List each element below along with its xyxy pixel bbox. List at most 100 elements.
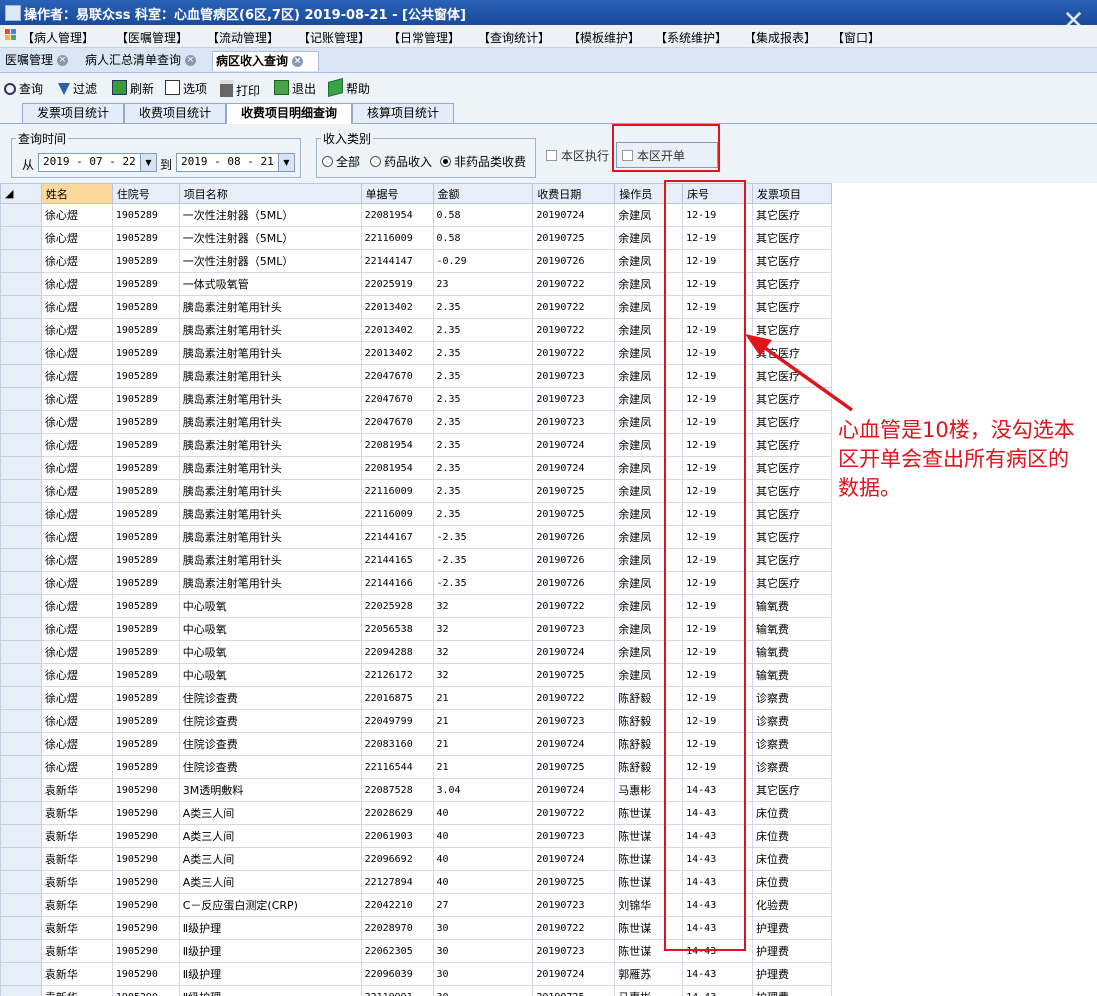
cell-amount[interactable]: -0.29 [432,249,534,273]
cell-item-name[interactable]: Ⅱ级护理 [178,962,362,986]
radio-all[interactable]: 全部 [322,153,360,170]
row-selector[interactable] [0,456,42,480]
cell-item-name[interactable]: 胰岛素注射笔用针头 [178,479,362,503]
cell-name[interactable]: 徐心熤 [40,479,113,503]
cell-invoice-item[interactable]: 其它医疗 [752,364,832,388]
cell-amount[interactable]: -2.35 [432,525,534,549]
cell-bed-no[interactable]: 14-43 [682,962,754,986]
cell-charge-date[interactable]: 20190722 [532,318,616,342]
cell-inpatient-no[interactable]: 1905289 [111,203,180,227]
menu-billing[interactable]: 【记账管理】 [298,29,370,46]
cell-invoice-item[interactable]: 其它医疗 [752,433,832,457]
cell-inpatient-no[interactable]: 1905290 [111,985,180,996]
cell-invoice-item[interactable]: 其它医疗 [752,456,832,480]
row-selector[interactable] [0,387,42,411]
cell-inpatient-no[interactable]: 1905289 [111,318,180,342]
cell-doc-no[interactable]: 22087528 [360,778,434,802]
exec-in-ward-checkbox[interactable]: 本区执行 [546,147,609,164]
cell-item-name[interactable]: 胰岛素注射笔用针头 [178,525,362,549]
cell-invoice-item[interactable]: 护理费 [752,962,832,986]
cell-name[interactable]: 徐心熤 [40,617,113,641]
cell-doc-no[interactable]: 22094288 [360,640,434,664]
row-selector[interactable] [0,755,42,779]
cell-doc-no[interactable]: 22144167 [360,525,434,549]
cell-invoice-item[interactable]: 其它医疗 [752,571,832,595]
cell-item-name[interactable]: Ⅱ级护理 [178,985,362,996]
cell-inpatient-no[interactable]: 1905289 [111,548,180,572]
cell-doc-no[interactable]: 22047670 [360,364,434,388]
cell-amount[interactable]: 2.35 [432,341,534,365]
refresh-button[interactable]: 刷新 [112,80,154,97]
row-selector[interactable] [0,709,42,733]
cell-charge-date[interactable]: 20190725 [532,755,616,779]
cell-name[interactable]: 袁新华 [40,916,113,940]
cell-charge-date[interactable]: 20190723 [532,410,616,434]
cell-item-name[interactable]: C－反应蛋白测定(CRP) [178,893,362,917]
row-selector[interactable] [0,617,42,641]
doc-tab-ward-income[interactable]: 病区收入查询 × [212,51,319,71]
cell-inpatient-no[interactable]: 1905289 [111,640,180,664]
column-header-doc-no[interactable]: 单据号 [360,183,434,204]
cell-doc-no[interactable]: 22081954 [360,456,434,480]
cell-charge-date[interactable]: 20190726 [532,571,616,595]
cell-doc-no[interactable]: 22028970 [360,916,434,940]
doc-tab-patient-summary[interactable]: 病人汇总清单查询 × [82,51,209,70]
cell-invoice-item[interactable]: 诊察费 [752,755,832,779]
row-selector[interactable] [0,778,42,802]
cell-doc-no[interactable]: 22144166 [360,571,434,595]
row-selector[interactable] [0,502,42,526]
cell-doc-no[interactable]: 22013402 [360,295,434,319]
cell-item-name[interactable]: Ⅱ级护理 [178,939,362,963]
cell-invoice-item[interactable]: 输氧费 [752,663,832,687]
cell-charge-date[interactable]: 20190722 [532,916,616,940]
radio-drug-income[interactable]: 药品收入 [370,153,432,170]
cell-charge-date[interactable]: 20190724 [532,847,616,871]
cell-invoice-item[interactable]: 诊察费 [752,686,832,710]
column-header-item-name[interactable]: 项目名称 [178,183,362,204]
to-date-picker[interactable]: 2019 - 08 - 21 ▼ [176,153,295,172]
close-tab-icon[interactable]: × [185,55,197,66]
cell-inpatient-no[interactable]: 1905289 [111,709,180,733]
cell-inpatient-no[interactable]: 1905289 [111,686,180,710]
cell-doc-no[interactable]: 22144147 [360,249,434,273]
row-selector[interactable] [0,525,42,549]
row-selector[interactable] [0,824,42,848]
cell-amount[interactable]: 0.58 [432,226,534,250]
cell-charge-date[interactable]: 20190725 [532,663,616,687]
cell-doc-no[interactable]: 22013402 [360,341,434,365]
cell-amount[interactable]: 21 [432,686,534,710]
cell-item-name[interactable]: 胰岛素注射笔用针头 [178,295,362,319]
cell-doc-no[interactable]: 22016875 [360,686,434,710]
cell-inpatient-no[interactable]: 1905289 [111,226,180,250]
cell-name[interactable]: 徐心熤 [40,203,113,227]
cell-inpatient-no[interactable]: 1905290 [111,916,180,940]
column-header-name[interactable]: 姓名 [40,183,113,204]
cell-amount[interactable]: 0.58 [432,203,534,227]
radio-non-drug[interactable]: 非药品类收费 [440,153,526,170]
cell-invoice-item[interactable]: 其它医疗 [752,548,832,572]
radio-non-drug-indicator[interactable] [440,156,451,167]
cell-amount[interactable]: 30 [432,916,534,940]
cell-doc-no[interactable]: 22096692 [360,847,434,871]
cell-charge-date[interactable]: 20190726 [532,525,616,549]
cell-name[interactable]: 袁新华 [40,939,113,963]
cell-name[interactable]: 徐心熤 [40,410,113,434]
cell-inpatient-no[interactable]: 1905289 [111,594,180,618]
cell-inpatient-no[interactable]: 1905289 [111,364,180,388]
cell-charge-date[interactable]: 20190724 [532,433,616,457]
row-selector[interactable] [0,640,42,664]
cell-charge-date[interactable]: 20190725 [532,870,616,894]
cell-invoice-item[interactable]: 化验费 [752,893,832,917]
cell-invoice-item[interactable]: 其它医疗 [752,249,832,273]
cell-inpatient-no[interactable]: 1905290 [111,824,180,848]
row-selector[interactable] [0,916,42,940]
row-selector[interactable] [0,732,42,756]
cell-name[interactable]: 徐心熤 [40,387,113,411]
column-header-inpatient-no[interactable]: 住院号 [111,183,180,204]
cell-invoice-item[interactable]: 其它医疗 [752,226,832,250]
cell-amount[interactable]: 21 [432,709,534,733]
cell-amount[interactable]: 30 [432,985,534,996]
menu-window[interactable]: 【窗口】 [832,29,880,46]
cell-charge-date[interactable]: 20190724 [532,732,616,756]
cell-name[interactable]: 徐心熤 [40,295,113,319]
